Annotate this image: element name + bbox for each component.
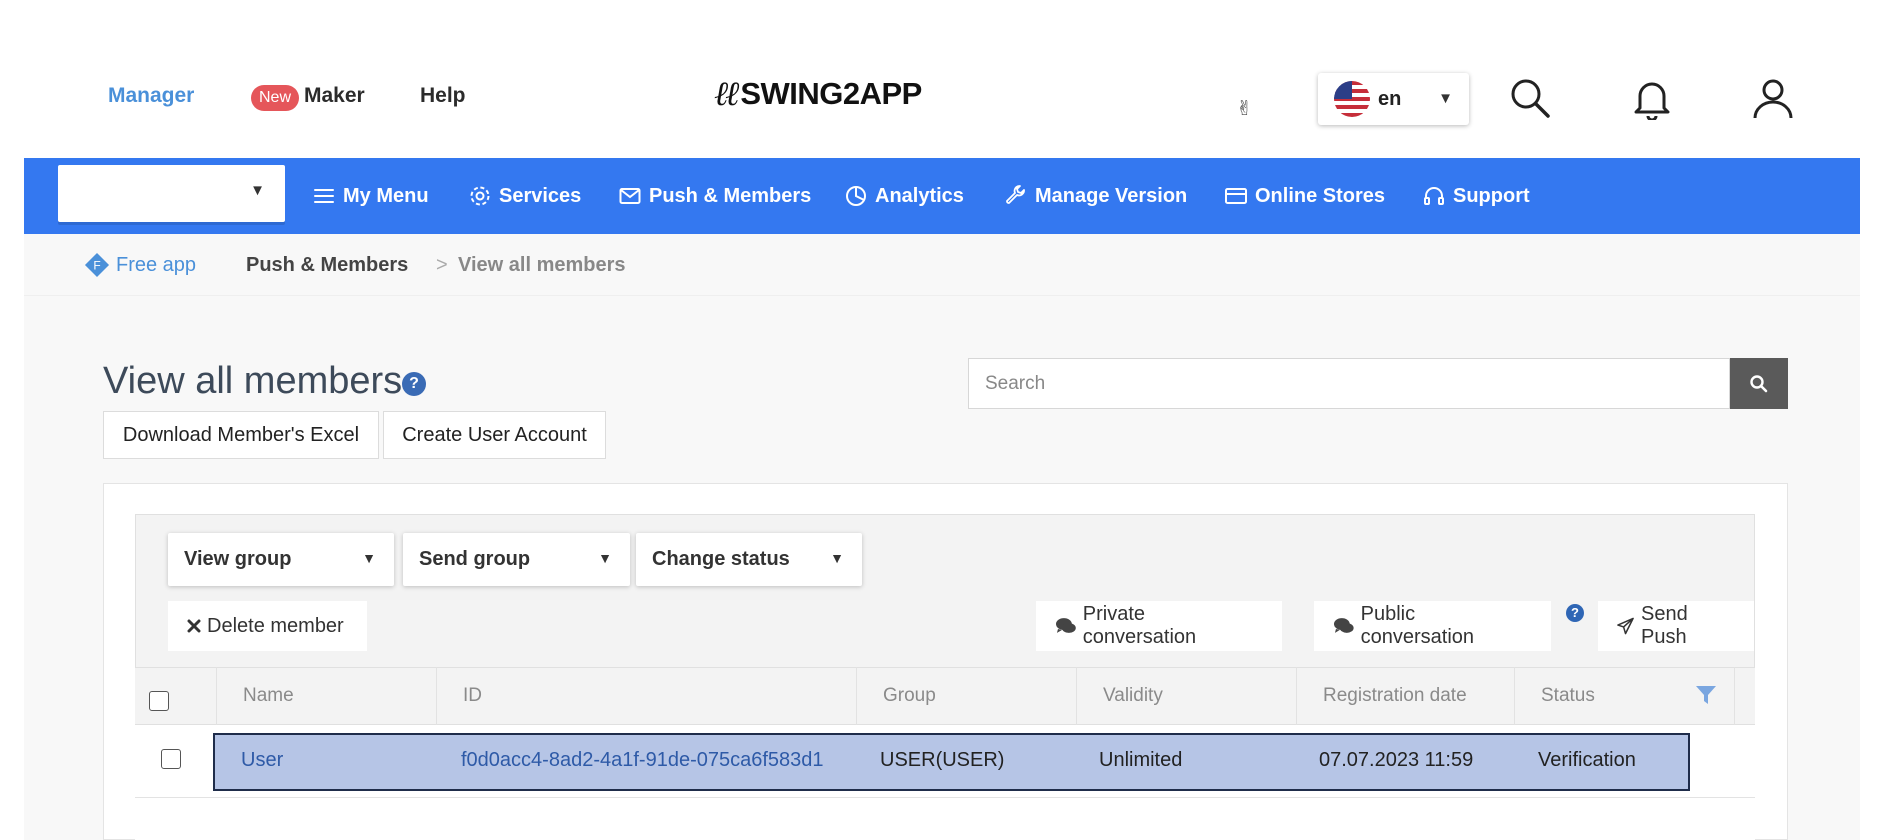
chevron-down-icon: ▼ — [250, 182, 265, 199]
nav-item-support[interactable]: Support — [1422, 158, 1530, 234]
maker-link[interactable]: Maker — [304, 84, 365, 108]
delete-member-button[interactable]: Delete member — [168, 601, 367, 651]
change-status-label: Change status — [652, 548, 790, 570]
column-header-group[interactable]: Group — [856, 667, 1076, 725]
row-checkbox[interactable] — [161, 749, 181, 769]
search-icon — [1750, 374, 1768, 392]
page-help-icon[interactable]: ? — [402, 372, 426, 396]
page-title: View all members — [103, 360, 403, 402]
paper-plane-icon — [1617, 617, 1634, 635]
chat-bubbles-icon — [1055, 618, 1076, 633]
row-name[interactable]: User — [241, 749, 283, 772]
menu-icon — [314, 189, 334, 203]
row-id[interactable]: f0d0acc4-8ad2-4a1f-91de-075ca6f583d1 — [461, 749, 824, 772]
view-group-label: View group — [184, 548, 292, 570]
row-validity: Unlimited — [1099, 749, 1183, 771]
view-group-dropdown[interactable]: View group ▼ — [168, 533, 394, 586]
nav-item-label: Online Stores — [1255, 184, 1386, 207]
free-app-diamond-icon: F — [84, 252, 110, 278]
breadcrumb-separator: > — [436, 254, 448, 276]
breadcrumb-section[interactable]: Push & Members — [246, 254, 408, 277]
wrench-icon — [1006, 185, 1025, 204]
private-conversation-button[interactable]: Private conversation — [1036, 601, 1282, 651]
free-badge-letter: F — [93, 259, 100, 273]
conversation-help-icon[interactable]: ? — [1566, 604, 1584, 622]
send-group-dropdown[interactable]: Send group ▼ — [403, 533, 630, 586]
download-excel-button[interactable]: Download Member's Excel — [103, 411, 379, 459]
row-registration-date: 07.07.2023 11:59 — [1319, 749, 1474, 771]
chevron-down-icon: ▼ — [830, 550, 844, 566]
pie-chart-icon — [846, 186, 866, 206]
row-status: Verification — [1538, 749, 1636, 771]
breadcrumb: F Free app Push & Members > View all mem… — [24, 234, 1860, 296]
nav-item-services[interactable]: Services — [468, 158, 581, 234]
send-group-label: Send group — [419, 548, 531, 570]
filter-icon[interactable] — [1694, 684, 1718, 706]
nav-item-manage-version[interactable]: Manage Version — [1004, 158, 1187, 234]
mail-icon — [619, 188, 641, 204]
help-link[interactable]: Help — [420, 84, 466, 108]
app-select-dropdown[interactable]: ▼ — [58, 165, 285, 222]
nav-item-label: My Menu — [343, 184, 429, 207]
change-status-dropdown[interactable]: Change status ▼ — [636, 533, 862, 586]
column-header-registration-date[interactable]: Registration date — [1296, 667, 1514, 725]
send-push-label: Send Push — [1641, 603, 1688, 648]
public-conversation-label: Public conversation — [1360, 603, 1475, 648]
nav-item-label: Support — [1453, 184, 1530, 207]
us-flag-icon — [1334, 81, 1370, 117]
create-user-account-button[interactable]: Create User Account — [383, 411, 606, 459]
chat-bubbles-icon — [1333, 618, 1354, 633]
nav-item-label: Services — [499, 184, 582, 207]
nav-item-analytics[interactable]: Analytics — [844, 158, 964, 234]
column-header-spacer — [1734, 667, 1755, 725]
logo-text: SWING2APP — [740, 76, 922, 111]
search-input[interactable] — [968, 358, 1730, 409]
gear-icon — [470, 186, 490, 206]
send-push-button[interactable]: Send Push — [1598, 601, 1754, 651]
nav-item-my-menu[interactable]: My Menu — [312, 158, 429, 234]
manager-link[interactable]: Manager — [108, 84, 194, 108]
close-icon — [187, 619, 201, 633]
nav-item-label: Analytics — [875, 184, 964, 207]
nav-item-label: Manage Version — [1035, 184, 1188, 207]
card-icon — [1225, 188, 1247, 204]
new-badge: New — [251, 85, 300, 111]
headset-icon — [1424, 187, 1444, 205]
row-divider — [135, 797, 1755, 798]
select-all-checkbox[interactable] — [149, 691, 169, 711]
chevron-down-icon: ▼ — [1438, 90, 1453, 107]
logo-script-mark: ℓℓ — [714, 74, 739, 114]
delete-member-label: Delete member — [207, 614, 344, 637]
search-icon[interactable] — [1508, 76, 1552, 120]
breadcrumb-current: View all members — [458, 254, 626, 276]
public-conversation-button[interactable]: Public conversation — [1314, 601, 1551, 651]
main-nav: ▼ My Menu Services Push & Members Analyt… — [24, 158, 1860, 234]
free-app-label: Free app — [116, 254, 197, 276]
language-label: en — [1378, 87, 1402, 110]
swing2app-logo[interactable]: ℓℓ SWING2APP — [714, 74, 922, 114]
column-header-id[interactable]: ID — [436, 667, 856, 725]
column-header-validity[interactable]: Validity — [1076, 667, 1296, 725]
private-conversation-label: Private conversation — [1082, 603, 1197, 648]
chevron-down-icon: ▼ — [362, 550, 376, 566]
nav-item-label: Push & Members — [649, 184, 812, 207]
peace-hand-icon[interactable]: ✌ — [1236, 96, 1253, 121]
column-header-name[interactable]: Name — [216, 667, 436, 725]
nav-item-push-members[interactable]: Push & Members — [618, 158, 811, 234]
search-button[interactable] — [1730, 358, 1788, 409]
language-select[interactable]: en ▼ — [1318, 73, 1469, 125]
row-group: USER(USER) — [880, 749, 1005, 771]
user-profile-icon[interactable] — [1751, 76, 1795, 120]
bell-icon[interactable] — [1630, 76, 1674, 120]
chevron-down-icon: ▼ — [598, 550, 612, 566]
nav-item-online-stores[interactable]: Online Stores — [1224, 158, 1385, 234]
top-header: Manager New Maker Help ℓℓ SWING2APP ✌ en… — [0, 0, 1884, 158]
